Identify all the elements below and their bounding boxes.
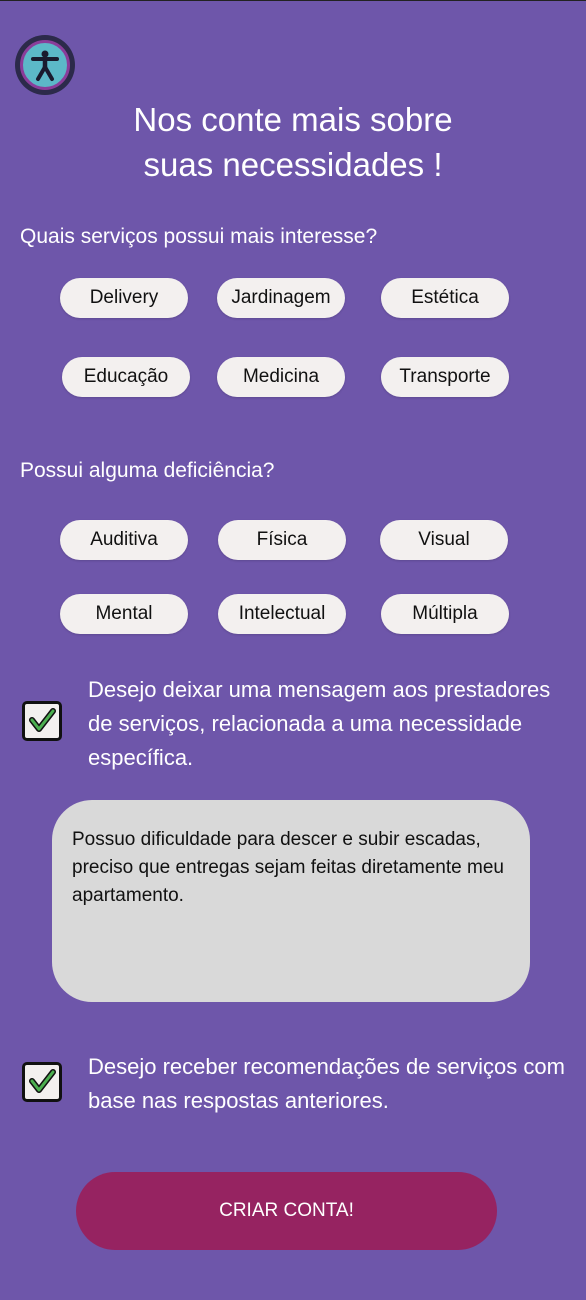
chip-jardinagem[interactable]: Jardinagem	[217, 278, 345, 318]
chip-multipla[interactable]: Múltipla	[381, 594, 509, 634]
chip-transporte[interactable]: Transporte	[381, 357, 509, 397]
title-line-1: Nos conte mais sobre	[133, 101, 453, 138]
chip-medicina[interactable]: Medicina	[217, 357, 345, 397]
recommendation-checkbox-label: Desejo receber recomendações de serviços…	[88, 1054, 565, 1113]
create-account-button[interactable]: CRIAR CONTA!	[76, 1172, 497, 1250]
title-line-2: suas necessidades !	[143, 146, 443, 183]
message-checkbox[interactable]	[22, 701, 62, 741]
chip-mental[interactable]: Mental	[60, 594, 188, 634]
chip-fisica[interactable]: Física	[218, 520, 346, 560]
services-question: Quais serviços possui mais interesse?	[20, 225, 378, 248]
message-textarea[interactable]: Possuo dificuldade para descer e subir e…	[52, 800, 530, 1002]
disability-question: Possui alguma deficiência?	[20, 459, 275, 482]
page-title: Nos conte mais sobre suas necessidades !	[0, 97, 586, 187]
accessibility-icon	[20, 40, 70, 90]
chip-intelectual[interactable]: Intelectual	[218, 594, 346, 634]
recommendation-checkbox[interactable]	[22, 1062, 62, 1102]
app-logo	[15, 35, 75, 95]
chip-delivery[interactable]: Delivery	[60, 278, 188, 318]
check-icon	[29, 708, 56, 732]
chip-estetica[interactable]: Estética	[381, 278, 509, 318]
check-icon	[29, 1069, 56, 1093]
chip-educacao[interactable]: Educação	[62, 357, 190, 397]
message-checkbox-label: Desejo deixar uma mensagem aos prestador…	[88, 677, 551, 770]
chip-auditiva[interactable]: Auditiva	[60, 520, 188, 560]
chip-visual[interactable]: Visual	[380, 520, 508, 560]
